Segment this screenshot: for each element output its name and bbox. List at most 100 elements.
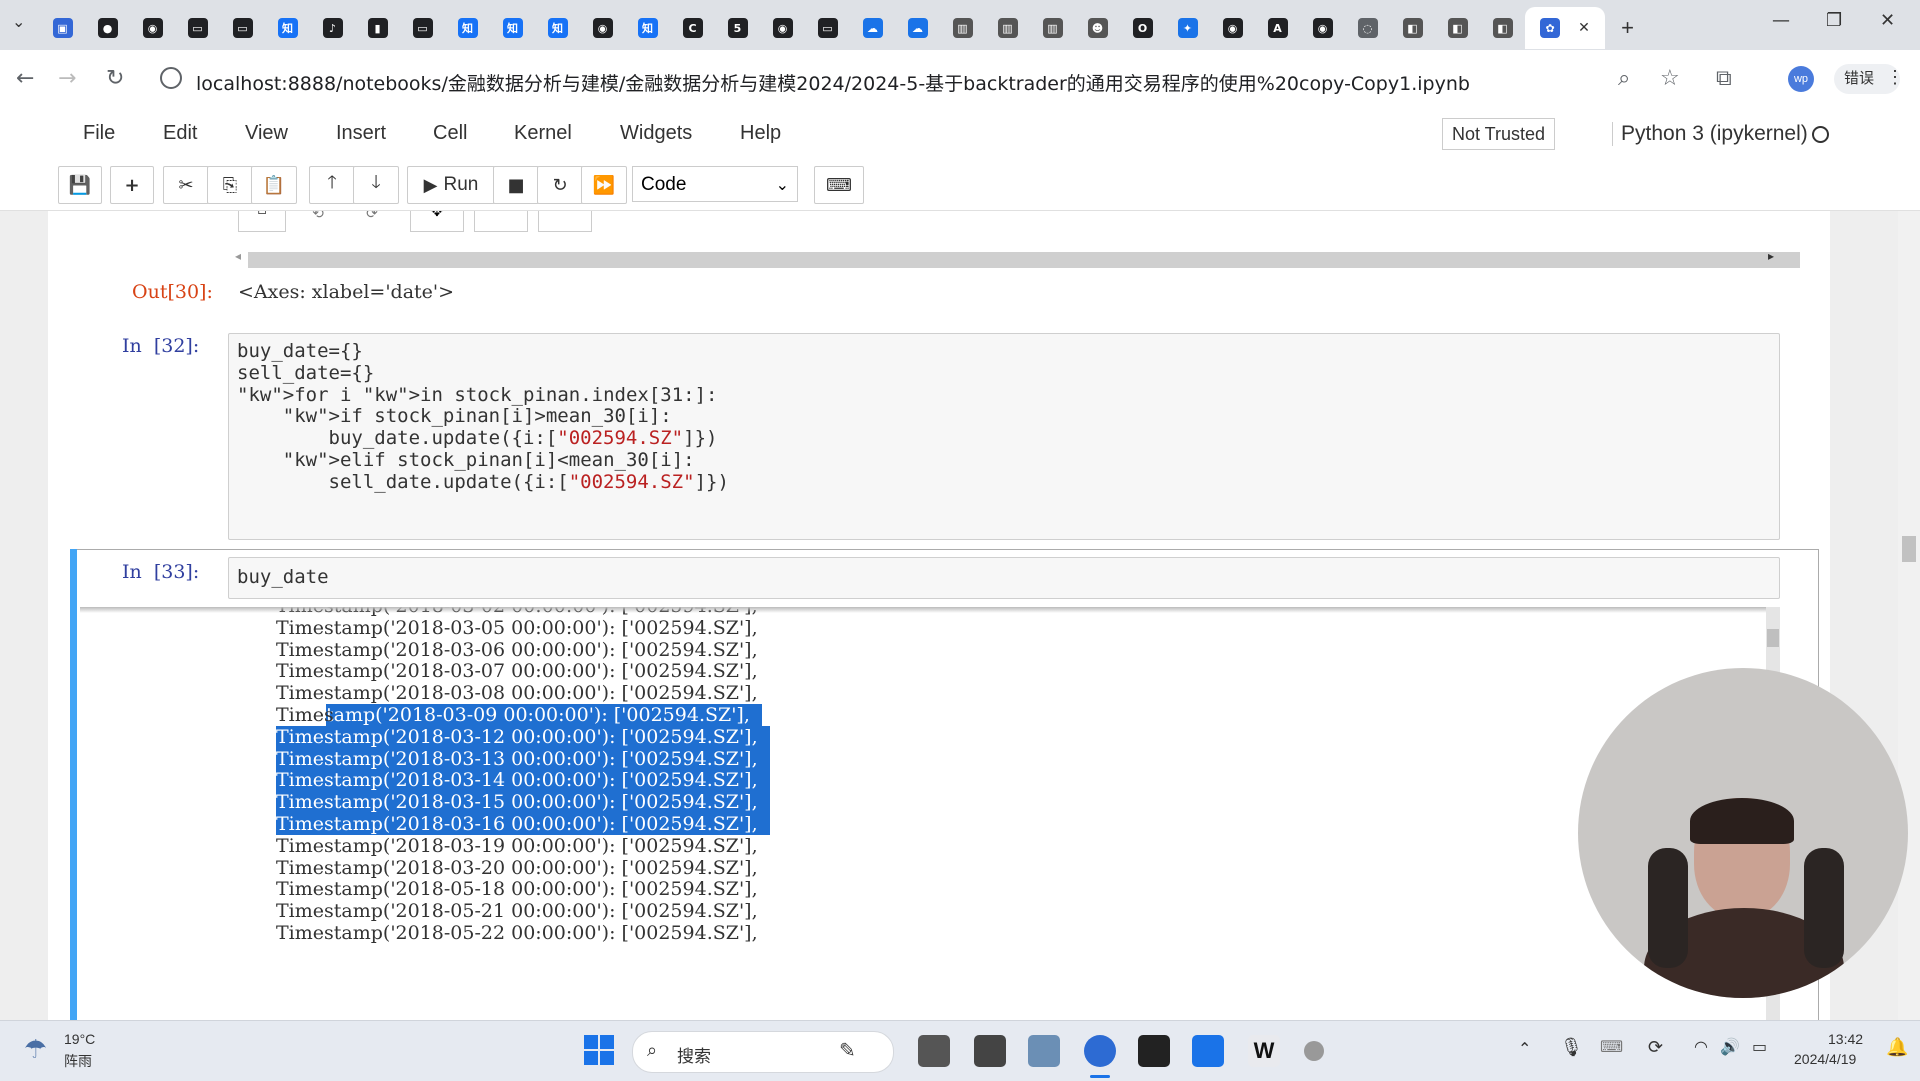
restart-run-all-icon[interactable]: ⏩ xyxy=(581,166,627,204)
sync-icon[interactable]: ⟳ xyxy=(1648,1037,1663,1058)
browser-tab[interactable]: 知 xyxy=(265,7,310,49)
close-tab-icon[interactable]: ✕ xyxy=(1578,20,1590,36)
browser-tab[interactable]: ♪ xyxy=(310,7,355,49)
browser-tab[interactable]: C xyxy=(670,7,715,49)
reload-icon[interactable]: ↻ xyxy=(106,66,124,91)
browser-tab[interactable]: ☁ xyxy=(895,7,940,49)
forward-icon[interactable]: → xyxy=(58,66,76,91)
menu-file[interactable]: File xyxy=(83,122,115,145)
browser-tab[interactable]: ◌ xyxy=(1345,7,1390,49)
menu-edit[interactable]: Edit xyxy=(163,122,197,145)
tray-chevron-icon[interactable]: ⌃ xyxy=(1518,1039,1531,1058)
browser-tab[interactable]: O xyxy=(1120,7,1165,49)
microphone-icon[interactable]: 🎙 xyxy=(1560,1037,1583,1058)
browser-tab[interactable]: 知 xyxy=(490,7,535,49)
clock-time[interactable]: 13:42 xyxy=(1828,1031,1863,1047)
browser-tab[interactable]: ▭ xyxy=(220,7,265,49)
profile-avatar[interactable]: wp xyxy=(1788,66,1814,92)
save-figure-icon[interactable] xyxy=(538,211,592,232)
browser-tab[interactable]: ◉ xyxy=(760,7,805,49)
command-palette-icon[interactable]: ⌨ xyxy=(814,166,864,204)
browser-tab[interactable]: ▭ xyxy=(400,7,445,49)
save-icon[interactable]: 💾 xyxy=(58,166,102,204)
feishu-icon[interactable] xyxy=(1192,1035,1224,1067)
back-icon[interactable]: ← xyxy=(16,66,34,91)
file-explorer-icon[interactable] xyxy=(1028,1035,1060,1067)
weather-icon[interactable]: ☂ xyxy=(24,1035,47,1065)
wps-icon[interactable]: W xyxy=(1248,1035,1280,1067)
browser-tab-active[interactable]: ✿ ✕ xyxy=(1525,7,1605,49)
notification-icon[interactable]: 🔔 xyxy=(1886,1037,1908,1058)
browser-tab[interactable]: ◧ xyxy=(1435,7,1480,49)
weather-temp[interactable]: 19°C xyxy=(64,1031,95,1047)
back-arrow-icon[interactable]: ⟲ xyxy=(298,211,338,227)
scroll-right-icon[interactable]: ▸ xyxy=(1768,249,1774,263)
copy-icon[interactable]: ⎘ xyxy=(207,166,253,204)
home-icon[interactable]: ⌂ xyxy=(238,211,286,232)
browser-tab[interactable]: ◉ xyxy=(580,7,625,49)
chrome-icon[interactable] xyxy=(1084,1035,1116,1067)
browser-tab[interactable]: 知 xyxy=(625,7,670,49)
horizontal-scrollbar[interactable] xyxy=(248,252,1800,268)
insert-cell-icon[interactable]: + xyxy=(110,166,154,204)
zoom-icon[interactable]: ⌕ xyxy=(1618,66,1630,91)
browser-tab[interactable]: ▭ xyxy=(175,7,220,49)
browser-tab[interactable]: ▥ xyxy=(985,7,1030,49)
browser-tab[interactable]: ◉ xyxy=(1210,7,1255,49)
browser-tab[interactable]: ◉ xyxy=(1300,7,1345,49)
start-button[interactable] xyxy=(584,1035,614,1065)
output-scroll-thumb[interactable] xyxy=(1767,629,1779,647)
cell-33-editor[interactable]: buy_date xyxy=(228,557,1780,599)
restart-icon[interactable]: ↻ xyxy=(537,166,583,204)
menu-cell[interactable]: Cell xyxy=(433,122,467,145)
browser-tab[interactable]: ☁ xyxy=(850,7,895,49)
maximize-button[interactable]: ❐ xyxy=(1826,10,1842,31)
wifi-icon[interactable]: ◠ xyxy=(1694,1037,1708,1056)
site-info-icon[interactable] xyxy=(160,67,182,89)
browser-tab[interactable]: 知 xyxy=(535,7,580,49)
menu-kernel[interactable]: Kernel xyxy=(514,122,572,145)
scroll-left-icon[interactable]: ◂ xyxy=(235,249,241,263)
browser-tab[interactable]: ◉ xyxy=(130,7,175,49)
task-view-icon[interactable] xyxy=(918,1035,950,1067)
browser-tab[interactable]: ◧ xyxy=(1480,7,1525,49)
battery-icon[interactable]: ▭ xyxy=(1752,1037,1767,1056)
run-button[interactable]: ▶ Run xyxy=(407,166,495,204)
clock-date[interactable]: 2024/4/19 xyxy=(1794,1051,1856,1067)
menu-help[interactable]: Help xyxy=(740,122,781,145)
browser-tab[interactable]: ▥ xyxy=(940,7,985,49)
menu-view[interactable]: View xyxy=(245,122,288,145)
camera-app-icon[interactable] xyxy=(1304,1041,1324,1061)
browser-tab[interactable]: ▭ xyxy=(805,7,850,49)
taskbar-search[interactable]: ⌕ 搜索 ✎ xyxy=(632,1031,894,1073)
paste-icon[interactable]: 📋 xyxy=(251,166,297,204)
volume-icon[interactable]: 🔊 xyxy=(1720,1037,1740,1056)
cut-icon[interactable]: ✂ xyxy=(163,166,209,204)
close-window-button[interactable]: ✕ xyxy=(1880,10,1895,31)
menu-widgets[interactable]: Widgets xyxy=(620,122,692,145)
browser-tab[interactable]: 知 xyxy=(445,7,490,49)
trust-button[interactable]: Not Trusted xyxy=(1442,118,1556,150)
browser-tab[interactable]: ● xyxy=(85,7,130,49)
browser-tab[interactable]: ✦ xyxy=(1165,7,1210,49)
cell-33-output[interactable]: Timestamp('2018-03-02 00:00:00'): ['0025… xyxy=(80,607,1780,1020)
tab-search-icon[interactable]: ⌄ xyxy=(12,12,25,31)
extensions-icon[interactable]: ⧉ xyxy=(1716,66,1732,91)
input-method-icon[interactable]: ⌨ xyxy=(1600,1037,1623,1057)
browser-tab[interactable]: ▥ xyxy=(1030,7,1075,49)
browser-tab[interactable]: ▣ xyxy=(40,7,85,49)
browser-tab[interactable]: ▮ xyxy=(355,7,400,49)
new-tab-button[interactable]: + xyxy=(1605,7,1650,49)
page-scroll-thumb[interactable] xyxy=(1902,536,1916,562)
move-up-icon[interactable]: 🡑 xyxy=(309,166,355,204)
zoom-rect-icon[interactable] xyxy=(474,211,528,232)
bookmark-star-icon[interactable]: ☆ xyxy=(1660,66,1680,91)
cell-type-select[interactable]: Code ⌄ xyxy=(632,166,798,202)
move-down-icon[interactable]: 🡓 xyxy=(353,166,399,204)
url-field[interactable]: localhost:8888/notebooks/金融数据分析与建模/金融数据分… xyxy=(196,69,1470,96)
terminal-app-icon[interactable] xyxy=(974,1035,1006,1067)
cell-32-editor[interactable]: buy_date={} sell_date={} "kw">for i "kw">i… xyxy=(228,333,1780,540)
menu-kebab-icon[interactable]: ⋮ xyxy=(1886,67,1904,88)
browser-tab[interactable]: ☻ xyxy=(1075,7,1120,49)
browser-tab[interactable]: A xyxy=(1255,7,1300,49)
